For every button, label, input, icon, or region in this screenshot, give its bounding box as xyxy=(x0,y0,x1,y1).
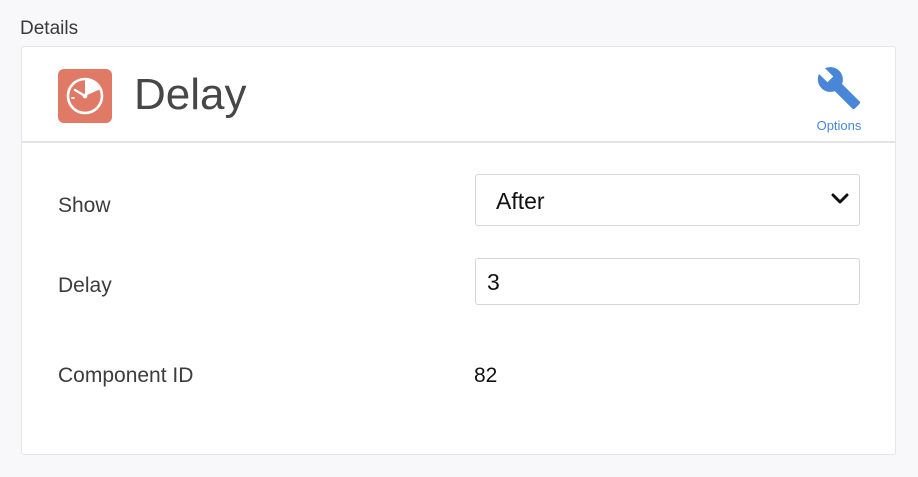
delay-input[interactable]: 3 xyxy=(475,258,860,305)
chevron-down-icon xyxy=(831,192,849,211)
component-id-label: Component ID xyxy=(58,364,194,387)
component-id-value: 82 xyxy=(474,364,498,387)
delay-label: Delay xyxy=(58,274,112,297)
details-panel: Delay Options Show After Delay 3 Compone… xyxy=(21,46,896,455)
wrench-icon xyxy=(816,65,862,116)
panel-header: Delay Options xyxy=(22,47,895,143)
delay-timer-icon xyxy=(58,69,112,123)
show-label: Show xyxy=(58,194,111,217)
delay-input-value: 3 xyxy=(487,269,500,295)
show-select[interactable]: After xyxy=(475,174,860,226)
component-title: Delay xyxy=(134,70,247,119)
section-label: Details xyxy=(20,18,79,39)
options-button[interactable]: Options xyxy=(802,65,876,133)
options-label: Options xyxy=(816,118,862,133)
show-select-value: After xyxy=(496,188,545,214)
